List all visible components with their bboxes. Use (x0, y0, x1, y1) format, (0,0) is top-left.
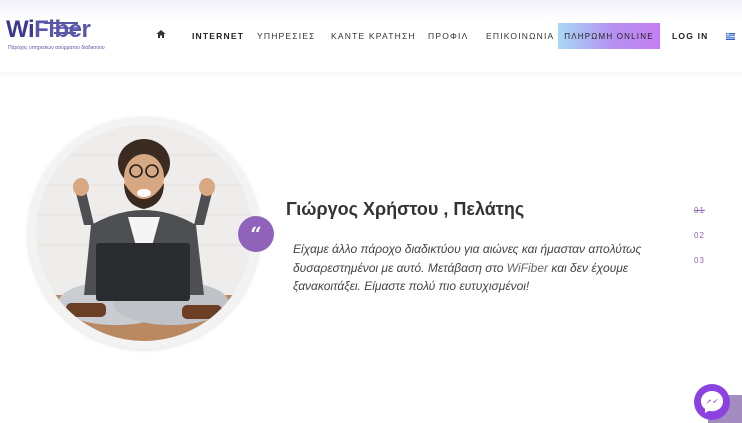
slide-nav-03[interactable]: 03 (694, 256, 705, 265)
messenger-icon (701, 391, 723, 413)
quote-brand: WiFiber (506, 260, 549, 275)
quote-mark-icon: “ (238, 216, 274, 252)
customer-illustration (36, 125, 252, 341)
nav-services[interactable]: ΥΠΗΡΕΣΙΕΣ (257, 31, 316, 41)
home-icon[interactable] (156, 29, 166, 39)
pay-online-button[interactable]: ΠΛΗΡΩΜΗ ONLINE (558, 23, 660, 49)
login-link[interactable]: LOG IN (672, 31, 708, 41)
logo-tagline: Πάροχος υπηρεσιών ασύρματου διαδικτύου (8, 45, 105, 51)
nav-profile[interactable]: ΠΡΟΦΙΛ (428, 31, 468, 41)
testimonial-name: Γιώργος Χρήστου , Πελάτης (286, 199, 525, 219)
logo-text: WiFiber (6, 16, 91, 43)
wifiber-logo[interactable]: WiFiber Πάροχος υπηρεσιών ασύρματου διαδ… (4, 14, 112, 54)
testimonial-quote: Είχαμε άλλο πάροχο διαδικτύου για αιώνες… (293, 242, 642, 293)
greek-flag-icon[interactable] (726, 33, 735, 40)
nav-contact[interactable]: ΕΠΙΚΟΙΝΩΝΙΑ (486, 31, 554, 41)
nav-internet[interactable]: INTERNET (192, 31, 244, 41)
messenger-chat-button[interactable] (694, 384, 730, 420)
slide-nav-02[interactable]: 02 (694, 231, 705, 240)
nav-booking[interactable]: ΚΑΝΤΕ ΚΡΑΤΗΣΗ (331, 31, 416, 41)
slide-nav-01[interactable]: 01 (694, 206, 705, 215)
customer-photo (36, 125, 252, 341)
